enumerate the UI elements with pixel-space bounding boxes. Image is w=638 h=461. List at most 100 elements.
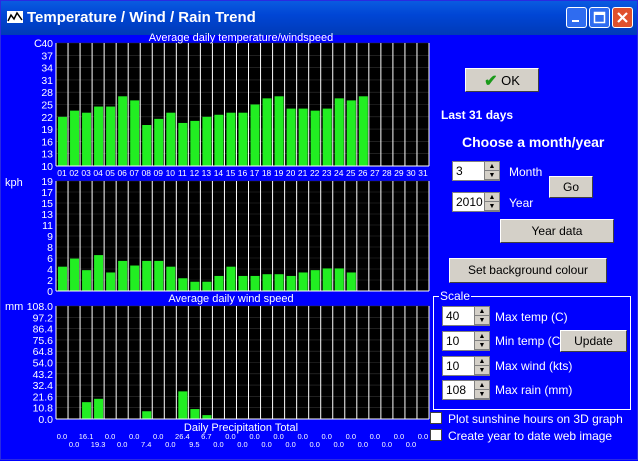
go-label: Go	[562, 180, 579, 194]
min-temp-spinner[interactable]: 10 ▲ ▼	[442, 331, 490, 351]
bar-day-3	[82, 402, 92, 419]
maximize-button[interactable]	[589, 7, 610, 28]
y-tick-label: 25	[41, 100, 53, 112]
update-button[interactable]: Update	[560, 330, 627, 352]
spin-up-icon[interactable]: ▲	[475, 307, 489, 316]
bar-day-23	[322, 268, 332, 291]
x-tick-label: 23	[322, 168, 332, 178]
max-wind-spin-arrows[interactable]: ▲ ▼	[474, 357, 489, 375]
y-tick-label: 19	[41, 124, 53, 136]
spin-up-icon[interactable]: ▲	[475, 357, 489, 366]
x-tick-label: 24	[334, 168, 344, 178]
bar-day-15	[226, 266, 236, 291]
y-tick-label: 0.0	[38, 414, 53, 426]
bar-day-3	[82, 270, 92, 291]
x-tick-label: 31	[418, 168, 428, 178]
year-spinner[interactable]: 2010 ▲ ▼	[452, 192, 500, 212]
precip-data-label: 0.0	[129, 432, 139, 441]
bar-day-23	[322, 108, 332, 166]
max-temp-value: 40	[446, 309, 460, 323]
bar-day-1	[58, 266, 68, 291]
year-data-label: Year data	[531, 224, 583, 238]
month-spin-arrows[interactable]: ▲ ▼	[484, 162, 499, 180]
year-spin-arrows[interactable]: ▲ ▼	[484, 193, 499, 211]
max-rain-spinner[interactable]: 108 ▲ ▼	[442, 380, 490, 400]
y-tick-label: 37	[41, 50, 53, 62]
bar-day-12	[190, 120, 200, 166]
go-button[interactable]: Go	[549, 176, 593, 198]
precip-data-label: 0.0	[261, 440, 271, 449]
bar-day-19	[274, 274, 284, 291]
x-tick-label: 20	[286, 168, 296, 178]
bar-day-16	[238, 275, 248, 291]
precip-data-label: 0.0	[297, 432, 307, 441]
bar-day-2	[70, 110, 80, 166]
spin-down-icon[interactable]: ▼	[475, 341, 489, 350]
y-tick-label: 40	[41, 38, 53, 50]
spin-up-icon[interactable]: ▲	[475, 332, 489, 341]
minimize-button[interactable]	[566, 7, 587, 28]
bar-day-11	[178, 122, 188, 166]
max-rain-spin-arrows[interactable]: ▲ ▼	[474, 381, 489, 399]
precip-data-label: 0.0	[237, 440, 247, 449]
max-temp-spin-arrows[interactable]: ▲ ▼	[474, 307, 489, 325]
ok-button[interactable]: ✔ OK	[465, 68, 539, 92]
x-tick-label: 22	[310, 168, 320, 178]
bar-day-25	[346, 100, 356, 166]
max-temp-spinner[interactable]: 40 ▲ ▼	[442, 306, 490, 326]
max-wind-label: Max wind (kts)	[495, 359, 573, 373]
max-rain-value: 108	[446, 383, 467, 397]
x-tick-label: 13	[202, 168, 212, 178]
y-tick-label: 0	[47, 286, 53, 298]
year-value: 2010	[456, 195, 483, 209]
spin-up-icon[interactable]: ▲	[485, 162, 499, 171]
y-tick-label: 54.0	[33, 358, 54, 370]
precip-data-label: 0.0	[165, 440, 175, 449]
precip-data-label: 0.0	[358, 440, 368, 449]
spin-up-icon[interactable]: ▲	[475, 381, 489, 390]
max-wind-spinner[interactable]: 10 ▲ ▼	[442, 356, 490, 376]
x-tick-label: 01	[57, 168, 67, 178]
bar-day-13	[202, 415, 212, 419]
month-spinner[interactable]: 3 ▲ ▼	[452, 161, 500, 181]
bar-day-12	[190, 409, 200, 419]
bar-day-8	[142, 411, 152, 419]
precip-data-label: 0.0	[309, 440, 319, 449]
bar-day-10	[166, 112, 176, 166]
spin-down-icon[interactable]: ▼	[485, 171, 499, 180]
create-image-checkbox[interactable]	[430, 429, 442, 441]
bar-day-7	[130, 265, 140, 291]
set-background-colour-button[interactable]: Set background colour	[449, 258, 607, 283]
precip-data-label: 0.0	[394, 432, 404, 441]
spin-down-icon[interactable]: ▼	[475, 390, 489, 399]
x-tick-label: 26	[358, 168, 368, 178]
precip-data-label: 0.0	[57, 432, 67, 441]
plot-sunshine-label: Plot sunshine hours on 3D graph	[448, 412, 623, 426]
bar-day-24	[334, 98, 344, 166]
x-tick-label: 08	[142, 168, 152, 178]
bar-day-26	[358, 96, 368, 166]
close-button[interactable]	[612, 7, 633, 28]
bar-day-9	[154, 260, 164, 291]
x-tick-label: 10	[166, 168, 176, 178]
spin-down-icon[interactable]: ▼	[475, 366, 489, 375]
precip-data-label: 0.0	[69, 440, 79, 449]
bar-day-22	[310, 270, 320, 291]
bar-day-20	[286, 108, 296, 166]
x-tick-label: 04	[93, 168, 103, 178]
spin-down-icon[interactable]: ▼	[485, 202, 499, 211]
min-temp-spin-arrows[interactable]: ▲ ▼	[474, 332, 489, 350]
spin-down-icon[interactable]: ▼	[475, 316, 489, 325]
plot-sunshine-checkbox[interactable]	[430, 412, 442, 424]
precip-data-label: 0.0	[346, 432, 356, 441]
y-axis-unit: mm	[5, 301, 23, 313]
precip-data-label: 7.4	[141, 440, 151, 449]
x-tick-label: 05	[105, 168, 115, 178]
precip-data-label: 0.0	[153, 432, 163, 441]
precip-data-label: 0.0	[334, 440, 344, 449]
spin-up-icon[interactable]: ▲	[485, 193, 499, 202]
max-temp-label: Max temp (C)	[495, 310, 568, 324]
year-data-button[interactable]: Year data	[500, 219, 614, 243]
y-tick-label: 86.4	[33, 324, 54, 336]
y-tick-label: 108.0	[27, 301, 53, 313]
